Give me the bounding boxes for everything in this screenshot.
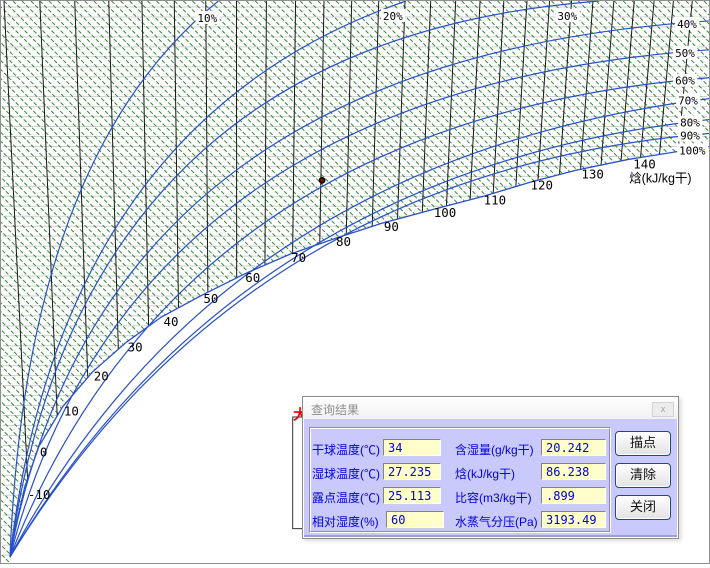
svg-text:-10: -10	[28, 487, 51, 502]
svg-text:50: 50	[203, 291, 218, 306]
svg-text:50%: 50%	[675, 47, 695, 60]
wet-bulb-label: 湿球温度(℃)	[312, 465, 380, 482]
dry-bulb-label: 干球温度(℃)	[312, 441, 380, 458]
svg-text:30: 30	[128, 340, 143, 355]
svg-text:110: 110	[484, 192, 507, 207]
moisture-label: 含湿量(g/kg干)	[455, 441, 534, 458]
svg-text:10: 10	[64, 404, 79, 419]
svg-text:40: 40	[164, 314, 179, 329]
dialog-titlebar[interactable]: 查询结果 x	[303, 397, 678, 419]
svg-text:0: 0	[40, 444, 48, 459]
rel-humidity-label: 相对湿度(%)	[312, 513, 379, 530]
enthalpy-label: 焓(kJ/kg干)	[455, 465, 515, 482]
clear-button[interactable]: 清除	[615, 463, 671, 488]
svg-text:120: 120	[531, 177, 554, 192]
close-icon[interactable]: x	[652, 402, 674, 417]
svg-text:90%: 90%	[680, 130, 700, 143]
specific-volume-label: 比容(m3/kg干)	[455, 489, 532, 506]
svg-text:100: 100	[434, 205, 457, 220]
svg-text:100%: 100%	[679, 144, 706, 157]
svg-text:70%: 70%	[678, 95, 698, 108]
query-result-dialog: 查询结果 x 干球温度(℃) 34 湿球温度(℃) 27.235 露点温度(℃)…	[302, 396, 679, 539]
rel-humidity-field[interactable]: 60	[386, 511, 444, 528]
svg-text:20: 20	[94, 369, 109, 384]
moisture-field[interactable]: 20.242	[541, 439, 606, 456]
enthalpy-field[interactable]: 86.238	[541, 463, 606, 480]
svg-text:80%: 80%	[680, 117, 700, 130]
dialog-title: 查询结果	[311, 401, 359, 418]
svg-text:60%: 60%	[675, 75, 695, 88]
svg-text:90: 90	[384, 219, 399, 234]
plot-point-button[interactable]: 描点	[615, 431, 671, 456]
vapor-pressure-field[interactable]: 3193.49	[541, 511, 606, 528]
svg-text:10%: 10%	[197, 12, 217, 25]
dry-bulb-field[interactable]: 34	[383, 439, 441, 456]
svg-text:130: 130	[581, 166, 604, 181]
svg-text:140: 140	[633, 156, 656, 171]
svg-text:焓(kJ/kg干): 焓(kJ/kg干)	[629, 170, 691, 185]
dialog-panel: 干球温度(℃) 34 湿球温度(℃) 27.235 露点温度(℃) 25.113…	[304, 419, 677, 537]
close-button[interactable]: 关闭	[615, 495, 671, 520]
svg-text:20%: 20%	[383, 10, 403, 23]
dew-point-label: 露点温度(℃)	[312, 489, 380, 506]
vapor-pressure-label: 水蒸气分压(Pa)	[455, 513, 538, 530]
dew-point-field[interactable]: 25.113	[383, 487, 441, 504]
svg-text:70: 70	[291, 250, 306, 265]
svg-text:30%: 30%	[557, 10, 577, 23]
svg-text:80: 80	[336, 234, 351, 249]
wet-bulb-field[interactable]: 27.235	[383, 463, 441, 480]
svg-text:60: 60	[245, 270, 260, 285]
specific-volume-field[interactable]: .899	[541, 487, 606, 504]
svg-text:40%: 40%	[677, 18, 697, 31]
